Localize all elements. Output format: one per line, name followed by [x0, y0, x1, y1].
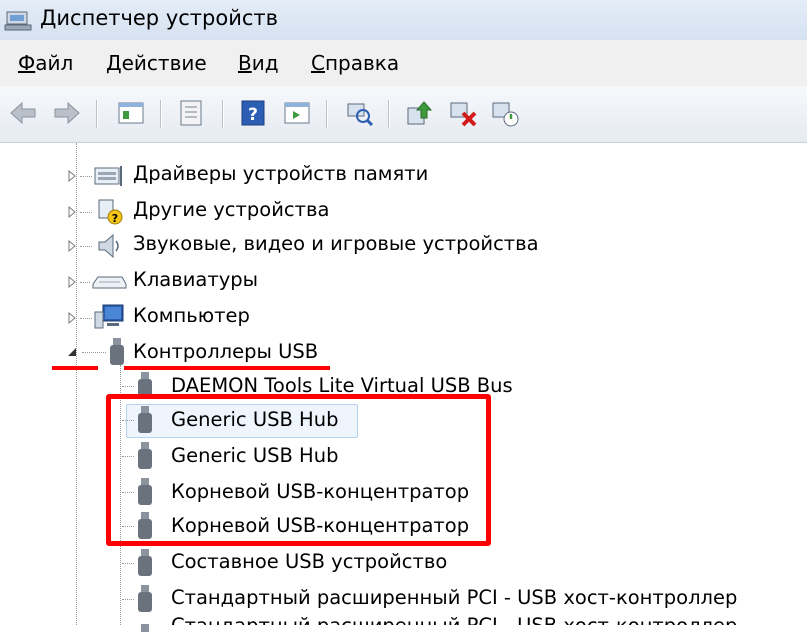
scan-hardware-button[interactable]	[344, 98, 374, 128]
window-title: Диспетчер устройств	[40, 6, 279, 30]
window-play-icon	[284, 102, 310, 124]
expand-arrow-icon[interactable]	[66, 312, 78, 324]
highlight-underline	[52, 366, 98, 370]
toolbar-separator	[326, 100, 328, 128]
update-driver-button[interactable]	[404, 98, 434, 128]
menu-action[interactable]: Действие	[106, 51, 207, 75]
expand-arrow-icon[interactable]	[66, 170, 78, 182]
toolbar-separator	[388, 100, 390, 128]
tree-item-usb-device[interactable]: Составное USB устройство	[171, 550, 447, 574]
arrow-right-icon	[54, 101, 80, 125]
title-bar: Диспетчер устройств	[0, 0, 807, 40]
tree-connector	[122, 386, 134, 387]
usb-plug-icon	[137, 583, 153, 619]
unknown-device-icon: ?	[95, 198, 125, 230]
tree-connector	[80, 246, 92, 247]
update-driver-icon	[407, 101, 433, 125]
expand-arrow-icon[interactable]	[66, 276, 78, 288]
usb-plug-icon	[137, 547, 153, 583]
menu-help[interactable]: Справка	[311, 51, 399, 75]
highlight-underline	[124, 366, 330, 370]
computer-icon	[93, 302, 127, 336]
tree-window-icon	[118, 102, 144, 124]
collapse-arrow-icon[interactable]	[66, 346, 78, 358]
uninstall-device-icon	[450, 102, 477, 127]
scan-hardware-icon	[347, 103, 374, 127]
toolbar-separator	[222, 100, 224, 128]
action-window-button[interactable]	[282, 98, 312, 128]
tree-view-button[interactable]	[116, 98, 146, 128]
help-icon: ?	[241, 100, 265, 126]
toolbar: ?	[0, 86, 807, 143]
enable-device-button[interactable]	[490, 98, 520, 128]
memory-driver-icon	[93, 164, 125, 192]
device-manager-icon	[4, 8, 32, 36]
tree-item-computer[interactable]: Компьютер	[133, 304, 250, 328]
disable-device-button[interactable]	[448, 98, 478, 128]
menu-file[interactable]: Файл	[18, 51, 73, 75]
properties-button[interactable]	[176, 98, 206, 128]
tree-connector	[82, 352, 106, 353]
highlight-box	[106, 394, 491, 546]
tree-item-usb-device[interactable]: Стандартный расширенный PCI - USB хост-к…	[171, 586, 737, 610]
menu-view[interactable]: Вид	[238, 51, 279, 75]
svg-text:?: ?	[248, 105, 258, 125]
back-button[interactable]	[8, 98, 38, 128]
enable-device-icon	[492, 102, 519, 127]
properties-icon	[180, 100, 202, 126]
tree-connector	[122, 599, 134, 600]
tree-connector	[80, 282, 90, 283]
help-button[interactable]: ?	[238, 98, 268, 128]
speaker-icon	[95, 232, 125, 264]
expand-arrow-icon[interactable]	[66, 240, 78, 252]
tree-item-keyboards[interactable]: Клавиатуры	[133, 268, 258, 292]
keyboard-icon	[90, 272, 128, 296]
tree-item-sound-video[interactable]: Звуковые, видео и игровые устройства	[133, 232, 539, 256]
svg-text:?: ?	[112, 212, 118, 225]
tree-connector	[122, 563, 134, 564]
expand-arrow-icon[interactable]	[66, 206, 78, 218]
tree-item-usb-controllers[interactable]: Контроллеры USB	[133, 340, 318, 364]
tree-connector	[80, 212, 92, 213]
tree-connector	[80, 176, 92, 177]
tree-item-usb-device[interactable]: Стандартный расширенный PCI - USB хост-к…	[171, 614, 737, 625]
tree-item-memory-drivers[interactable]: Драйверы устройств памяти	[133, 162, 428, 186]
toolbar-separator	[160, 100, 162, 128]
forward-button[interactable]	[52, 98, 82, 128]
tree-item-other-devices[interactable]: Другие устройства	[133, 198, 329, 222]
arrow-left-icon	[10, 101, 36, 125]
tree-connector	[80, 318, 92, 319]
toolbar-separator	[96, 100, 98, 128]
usb-plug-icon	[137, 617, 153, 636]
